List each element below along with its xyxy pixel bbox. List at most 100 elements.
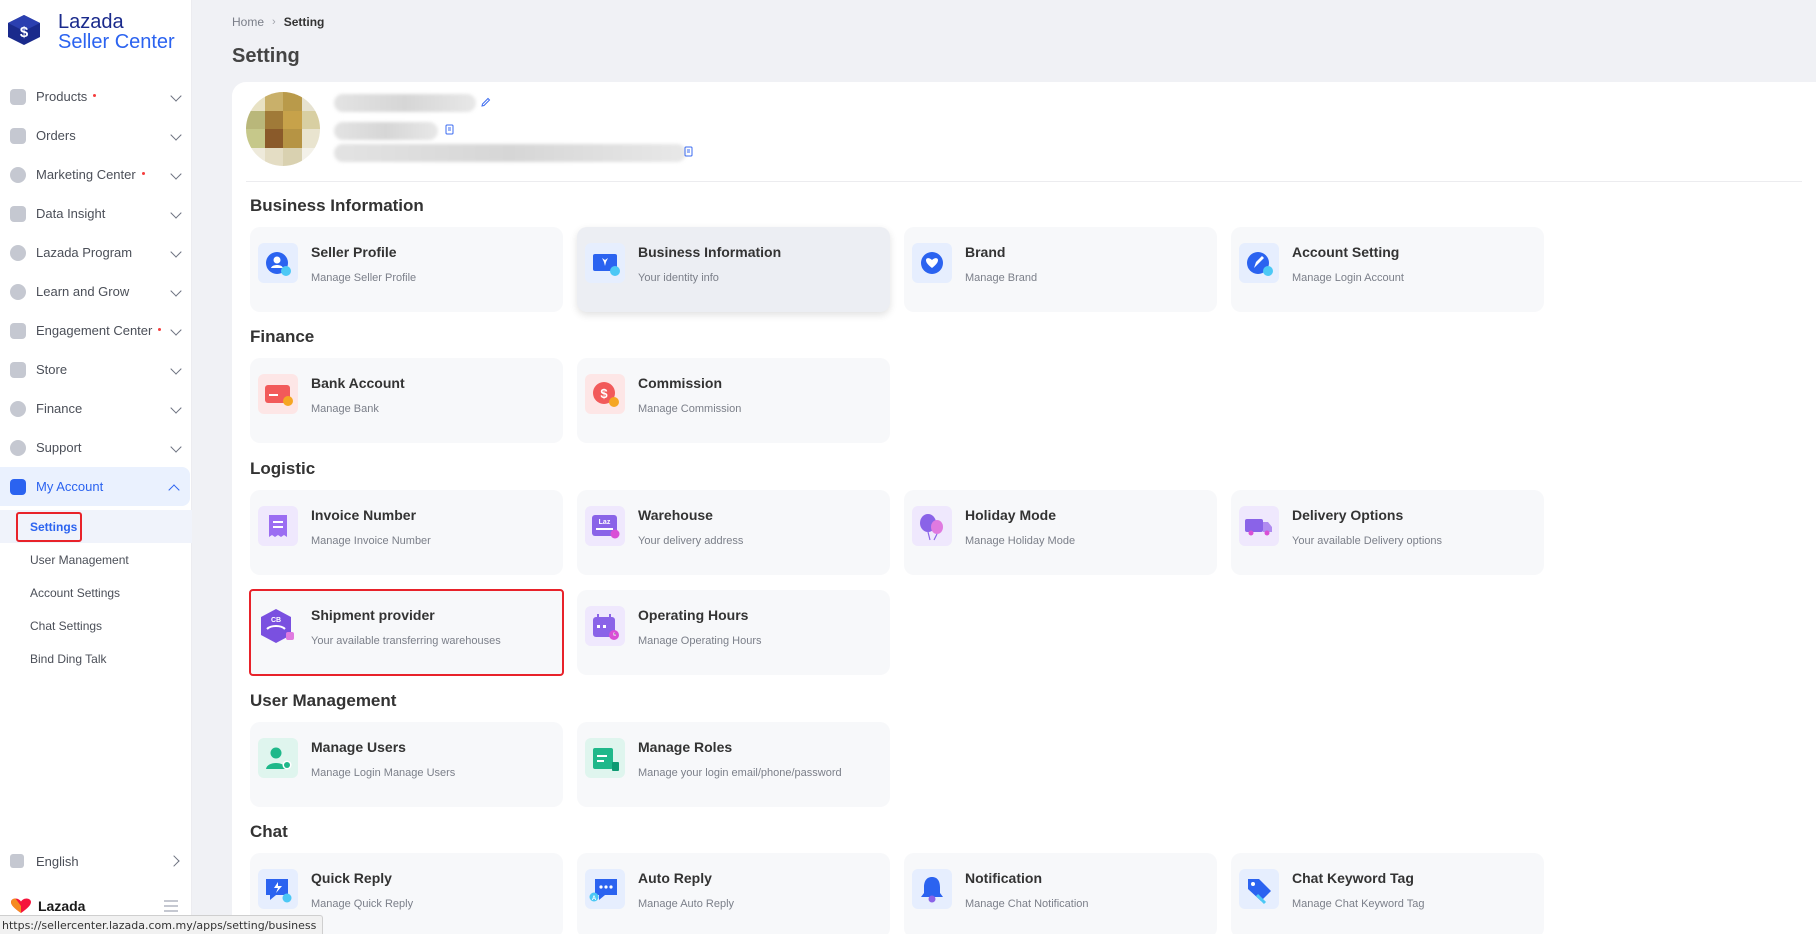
card-auto-reply[interactable]: A Auto Reply Manage Auto Reply: [577, 853, 890, 934]
card-title: Account Setting: [1292, 244, 1400, 260]
card-subtitle: Your identity info: [638, 272, 719, 284]
marketing-icon: [10, 166, 26, 183]
sidebar-item-finance[interactable]: Finance: [0, 389, 192, 428]
card-operating-hours[interactable]: Operating Hours Manage Operating Hours: [577, 590, 890, 675]
card-subtitle: Manage Bank: [311, 403, 379, 415]
card-title: Business Information: [638, 244, 782, 260]
brand-icon: [912, 243, 952, 283]
card-warehouse[interactable]: Laz Warehouse Your delivery address: [577, 490, 890, 575]
card-title: Manage Users: [311, 739, 406, 755]
program-icon: [10, 244, 26, 261]
sidebar-item-label: Finance: [36, 401, 83, 416]
sidebar-item-products[interactable]: Products: [0, 77, 192, 116]
pie-chart-icon: [10, 400, 26, 417]
card-title: Chat Keyword Tag: [1292, 870, 1414, 886]
bank-card-icon: [258, 374, 298, 414]
card-manage-roles[interactable]: Manage Roles Manage your login email/pho…: [577, 722, 890, 807]
sidebar-item-label: Data Insight: [36, 206, 106, 221]
card-shipment-provider[interactable]: CB Shipment provider Your available tran…: [249, 589, 564, 676]
manage-users-icon: [258, 738, 298, 778]
card-invoice-number[interactable]: Invoice Number Manage Invoice Number: [250, 490, 563, 575]
language-icon: [10, 854, 24, 868]
bell-icon: [912, 869, 952, 909]
holiday-balloon-icon: [912, 506, 952, 546]
chevron-down-icon: [170, 402, 182, 414]
sidebar-item-label: Store: [36, 362, 68, 377]
card-account-setting[interactable]: Account Setting Manage Login Account: [1231, 227, 1544, 312]
breadcrumb-current: Setting: [283, 15, 325, 29]
sidebar-item-engagement-center[interactable]: Engagement Center: [0, 311, 192, 350]
sidebar-item-lazada-program[interactable]: Lazada Program: [0, 233, 192, 272]
delivery-truck-icon: [1239, 506, 1279, 546]
card-brand[interactable]: Brand Manage Brand: [904, 227, 1217, 312]
card-manage-users[interactable]: Manage Users Manage Login Manage Users: [250, 722, 563, 807]
card-title: Manage Roles: [638, 739, 733, 755]
new-dot: [93, 93, 97, 97]
card-bank-account[interactable]: Bank Account Manage Bank: [250, 358, 563, 443]
card-subtitle: Manage Login Manage Users: [311, 767, 456, 779]
card-notification[interactable]: Notification Manage Chat Notification: [904, 853, 1217, 934]
card-subtitle: Manage Operating Hours: [638, 635, 762, 647]
submenu-user-management[interactable]: User Management: [0, 543, 192, 576]
sidebar-item-my-account[interactable]: My Account: [0, 467, 190, 506]
card-seller-profile[interactable]: Seller Profile Manage Seller Profile: [250, 227, 563, 312]
card-holiday-mode[interactable]: Holiday Mode Manage Holiday Mode: [904, 490, 1217, 575]
card-business-information[interactable]: Business Information Your identity info: [577, 227, 890, 312]
card-subtitle: Manage Auto Reply: [638, 898, 735, 910]
redacted-shop-name: [334, 94, 476, 112]
settings-panel: Business Information Seller Profile Mana…: [232, 82, 1816, 934]
submenu-chat-settings[interactable]: Chat Settings: [0, 609, 192, 642]
sidebar-item-data-insight[interactable]: Data Insight: [0, 194, 192, 233]
card-title: Operating Hours: [638, 607, 749, 623]
card-chat-keyword-tag[interactable]: Chat Keyword Tag Manage Chat Keyword Tag: [1231, 853, 1544, 934]
card-subtitle: Manage Chat Notification: [965, 898, 1089, 910]
shipment-provider-icon: CB: [261, 609, 294, 643]
lazada-heart-icon: [11, 898, 31, 913]
card-title: Warehouse: [638, 507, 713, 523]
section-title-logistic: Logistic: [250, 459, 316, 478]
card-subtitle: Your available Delivery options: [1292, 535, 1443, 547]
my-account-submenu: Settings User Management Account Setting…: [0, 506, 192, 675]
card-subtitle: Your available transferring warehouses: [311, 635, 501, 647]
chevron-down-icon: [170, 363, 182, 375]
svg-text:A: A: [592, 896, 597, 902]
card-commission[interactable]: $ Commission Manage Commission: [577, 358, 890, 443]
orders-icon: [10, 127, 26, 144]
breadcrumb-home[interactable]: Home: [232, 15, 264, 29]
card-subtitle: Your delivery address: [638, 535, 744, 547]
footer-brand: Lazada: [38, 898, 86, 914]
sidebar-item-orders[interactable]: Orders: [0, 116, 192, 155]
card-title: Commission: [638, 375, 723, 391]
card-title: Auto Reply: [638, 870, 712, 886]
chevron-down-icon: [170, 207, 182, 219]
sidebar-item-learn-and-grow[interactable]: Learn and Grow: [0, 272, 192, 311]
copy-icon[interactable]: [683, 146, 694, 157]
sidebar-item-support[interactable]: Support: [0, 428, 192, 467]
card-title: Seller Profile: [311, 244, 397, 260]
chevron-down-icon: [170, 168, 182, 180]
edit-icon[interactable]: [480, 97, 491, 108]
card-title: Brand: [965, 244, 1006, 260]
store-icon: [10, 361, 26, 378]
submenu-bind-ding-talk[interactable]: Bind Ding Talk: [0, 642, 192, 675]
svg-text:$: $: [600, 386, 608, 401]
card-title: Holiday Mode: [965, 507, 1057, 523]
language-selector[interactable]: English: [0, 850, 192, 872]
svg-text:Laz: Laz: [599, 519, 611, 526]
card-subtitle: Manage Brand: [965, 272, 1038, 284]
logo-line1: Lazada: [58, 11, 124, 33]
collapse-menu-icon[interactable]: [164, 900, 178, 912]
submenu-settings[interactable]: Settings: [0, 510, 192, 543]
card-title: Delivery Options: [1292, 507, 1404, 523]
copy-icon[interactable]: [444, 124, 455, 135]
chevron-down-icon: [170, 90, 182, 102]
submenu-account-settings[interactable]: Account Settings: [0, 576, 192, 609]
user-icon: [10, 478, 26, 495]
sidebar-item-label: Lazada Program: [36, 245, 133, 260]
help-icon: [10, 439, 26, 456]
sidebar-item-marketing-center[interactable]: Marketing Center: [0, 155, 192, 194]
lazada-logo[interactable]: $ Lazada Seller Center: [6, 12, 175, 52]
sidebar-item-store[interactable]: Store: [0, 350, 192, 389]
card-delivery-options[interactable]: Delivery Options Your available Delivery…: [1231, 490, 1544, 575]
sidebar-item-label: Learn and Grow: [36, 284, 130, 299]
